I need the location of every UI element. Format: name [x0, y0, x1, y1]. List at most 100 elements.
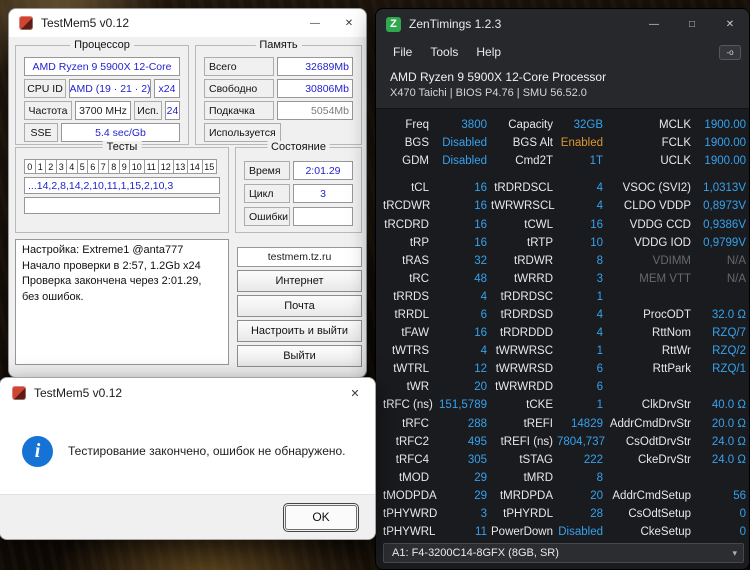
timing-param-label: tWTRL: [393, 363, 429, 376]
internet-button[interactable]: Интернет: [237, 270, 362, 292]
timing-param-value: Disabled: [558, 526, 603, 539]
chevron-down-icon: ▾: [732, 547, 737, 558]
testmem-site-link[interactable]: testmem.tz.ru: [237, 247, 362, 267]
cpuid-label: CPU ID: [24, 79, 66, 98]
dimm-select[interactable]: A1: F4-3200C14-8GFX (8GB, SR) ▾: [383, 543, 744, 563]
test-progress-bar: [24, 197, 220, 214]
dialog-titlebar: TestMem5 v0.12 ✕: [0, 378, 375, 408]
timing-param-label: VDIMM: [652, 254, 691, 267]
timing-param-value: 29: [474, 471, 487, 484]
timing-param-value: N/A: [726, 254, 746, 267]
timing-param-value: 29: [474, 489, 487, 502]
timing-param-value: 6: [596, 363, 603, 376]
timing-param-value: 1900.00: [704, 155, 746, 168]
timing-param-value: 20: [474, 381, 487, 394]
menu-help[interactable]: Help: [467, 43, 510, 61]
timing-param-value: 0: [739, 526, 746, 539]
timings-table-row: Freq 3800 Capacity 32GB MCLK 1900.00: [383, 116, 746, 134]
timing-param-label: CsOdtDrvStr: [625, 435, 691, 448]
timing-param-label: tRDRDSCL: [494, 182, 553, 195]
sse-label: SSE: [24, 123, 58, 142]
zentimings-window-title: ZenTimings 1.2.3: [409, 17, 502, 31]
tests-groupbox: Тесты 0 1 2 3 4 5 6 7 8 9 10 11 12 13 14 15 ...14,2,8,1…: [15, 141, 229, 233]
timing-param-label: tRRDS: [393, 290, 429, 303]
timing-param-label: MEM VTT: [639, 272, 691, 285]
threads-used-field: 24: [165, 101, 180, 120]
ok-button[interactable]: OK: [283, 502, 359, 532]
timing-param-label: tWRWRSD: [495, 363, 553, 376]
timing-param-label: CkeSetup: [640, 526, 691, 539]
timing-param-label: tMODPDA: [383, 489, 437, 502]
menu-file[interactable]: File: [384, 43, 421, 61]
timing-param-label: tPHYRDL: [503, 508, 553, 521]
timing-param-label: PowerDown: [491, 526, 553, 539]
timing-param-label: Freq: [405, 119, 429, 132]
menu-tools[interactable]: Tools: [421, 43, 467, 61]
close-icon[interactable]: ✕: [332, 9, 366, 37]
timing-param-value: 4: [480, 290, 487, 303]
sse-value-field: 5.4 sec/Gb: [61, 123, 180, 142]
timing-param-label: tCL: [411, 182, 429, 195]
dialog-title: TestMem5 v0.12: [34, 386, 123, 400]
timing-param-value: 1T: [589, 155, 603, 168]
log-line: Проверка закончена через 2:01.29,: [22, 275, 202, 287]
timing-param-label: tCWL: [524, 218, 553, 231]
timing-param-value: 1900.00: [704, 119, 746, 132]
timing-param-label: tRRDL: [394, 308, 429, 321]
timing-param-value: 0,9799V: [703, 236, 746, 249]
timing-param-label: UCLK: [660, 155, 691, 168]
timing-param-value: 4: [596, 200, 603, 213]
timing-param-label: CsOdtSetup: [628, 508, 691, 521]
timing-param-label: BGS: [404, 137, 429, 150]
timing-param-label: tRTP: [527, 236, 553, 249]
timing-param-value: 1: [596, 345, 603, 358]
timing-param-value: 8: [596, 254, 603, 267]
minimize-icon[interactable]: —: [298, 9, 332, 37]
mail-button[interactable]: Почта: [237, 295, 362, 317]
timing-param-value: 40.0 Ω: [711, 399, 746, 412]
timing-param-value: RZQ/7: [712, 327, 746, 340]
report-icon[interactable]: -o: [719, 44, 741, 60]
timings-table-row: tPHYWRL 11 PowerDown Disabled CkeSetup 0: [383, 523, 746, 541]
time-field: 2:01.29: [293, 161, 353, 180]
timings-table-row: tRP 16 tRTP 10 VDDG IOD 0,9799V: [383, 234, 746, 252]
timing-param-label: tMOD: [398, 471, 429, 484]
test-number-cell: 15: [201, 159, 217, 174]
timing-param-label: tRCDRD: [384, 218, 429, 231]
freq-label: Частота: [24, 101, 72, 120]
timing-param-value: 16: [474, 236, 487, 249]
timing-param-label: tWTRS: [391, 345, 429, 358]
configure-exit-button[interactable]: Настроить и выйти: [237, 320, 362, 342]
timing-param-value: RZQ/1: [712, 363, 746, 376]
close-icon[interactable]: ✕: [335, 378, 375, 408]
minimize-icon[interactable]: —: [635, 9, 673, 39]
timing-param-value: 32.0 Ω: [711, 308, 746, 321]
timing-param-label: Cmd2T: [515, 155, 553, 168]
timing-param-label: tPHYWRD: [383, 508, 438, 521]
timing-param-label: tRC: [409, 272, 429, 285]
log-line: без ошибок.: [22, 290, 84, 303]
timing-param-label: FCLK: [661, 137, 691, 150]
timing-param-label: MCLK: [659, 119, 691, 132]
timings-table-row: tRRDL 6 tRDRDSD 4 ProcODT 32.0 Ω: [383, 306, 746, 324]
timing-param-label: BGS Alt: [512, 137, 553, 150]
timing-param-label: tRCDWR: [383, 200, 431, 213]
action-column: testmem.tz.ru Интернет Почта Настроить и в…: [237, 247, 362, 367]
exit-button[interactable]: Выйти: [237, 345, 362, 367]
memory-group-title: Память: [255, 39, 302, 51]
zentimings-logo-icon: Z: [386, 16, 401, 32]
time-label: Время: [244, 161, 290, 180]
timings-table-row: tRFC4 305 tSTAG 222 CkeDrvStr 24.0 Ω: [383, 451, 746, 469]
timings-table: Freq 3800 Capacity 32GB MCLK 1900.00 BGS Disabl…: [383, 116, 746, 541]
timings-table-row: tWTRS 4 tWRWRSC 1 RttWr RZQ/2: [383, 342, 746, 360]
timing-param-value: 1: [596, 399, 603, 412]
cycle-label: Цикл: [244, 184, 290, 203]
timings-table-row: tRRDS 4 tRDRDSC 1: [383, 288, 744, 306]
close-icon[interactable]: ✕: [711, 9, 749, 39]
maximize-icon[interactable]: □: [673, 9, 711, 39]
timing-param-value: 16: [474, 218, 487, 231]
cpu-name: AMD Ryzen 9 5900X 12-Core Processor: [390, 70, 607, 84]
window-controls: — □ ✕: [635, 9, 749, 39]
timing-param-label: Capacity: [508, 119, 553, 132]
timing-param-label: tRDRDDD: [499, 327, 553, 340]
